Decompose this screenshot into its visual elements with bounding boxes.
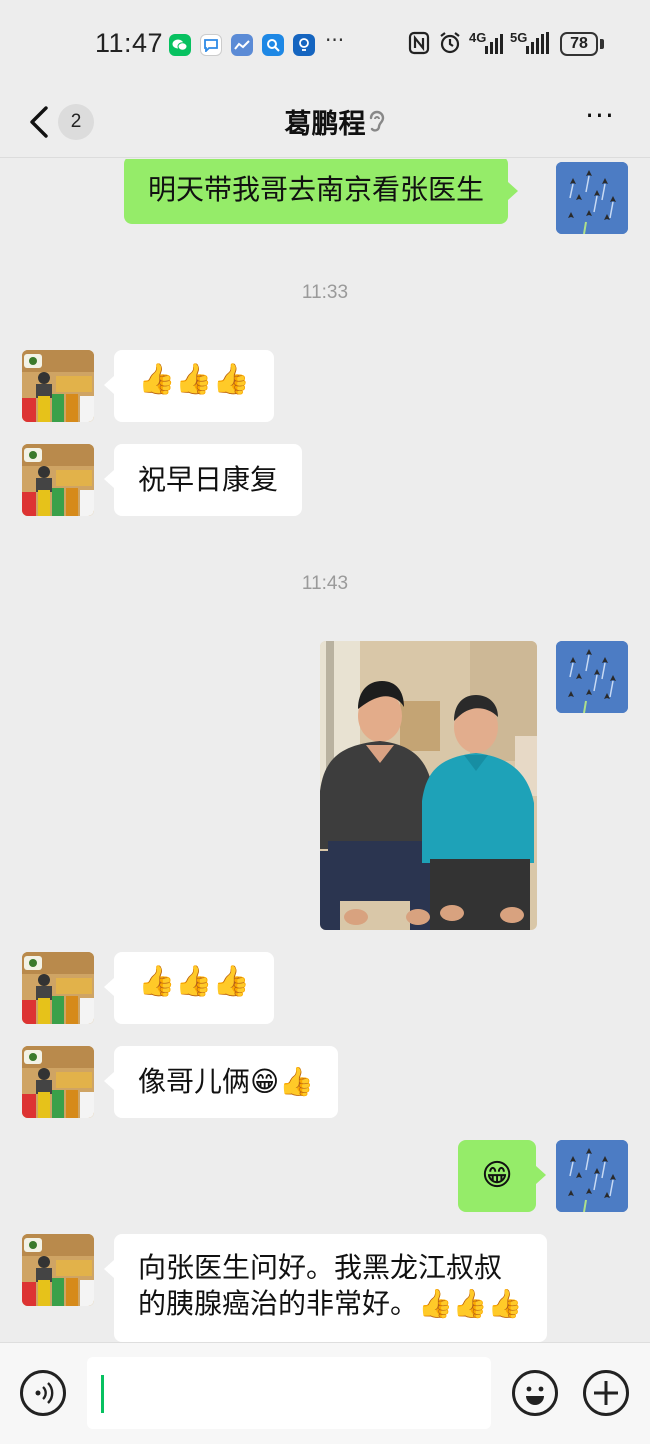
alarm-icon xyxy=(438,31,462,60)
message-text: 祝早日康复 xyxy=(138,463,279,496)
message-bubble-outgoing[interactable]: 😁 xyxy=(458,1140,546,1212)
message-image[interactable] xyxy=(320,641,537,930)
message-bubble-incoming[interactable]: 像哥儿俩😁👍 xyxy=(103,1046,339,1118)
more-options-button[interactable]: ··· xyxy=(578,98,622,142)
contact-avatar-image xyxy=(22,952,94,1024)
battery-indicator: 78 xyxy=(560,32,598,56)
more-notifications-icon: ··· xyxy=(325,28,345,52)
message-bubble-incoming[interactable]: 祝早日康复 xyxy=(103,444,303,516)
voice-icon xyxy=(35,1382,54,1404)
message-text-line: 的胰腺癌治的非常好。👍👍👍 xyxy=(138,1287,523,1320)
thumbs-up-emoji: 👍👍👍 xyxy=(138,964,251,999)
network-4g-label: 4G xyxy=(469,30,487,45)
text-cursor xyxy=(101,1375,104,1413)
message-bubble-incoming[interactable]: 向张医生问好。我黑龙江叔叔 的胰腺癌治的非常好。👍👍👍 xyxy=(104,1234,547,1342)
avatar-contact[interactable] xyxy=(22,1046,94,1118)
timestamp: 11:43 xyxy=(301,573,349,594)
chat-header: 2 葛鹏程 ··· xyxy=(0,88,650,158)
message-list[interactable]: 明天带我哥去南京看张医生 11:33 👍👍👍 祝早日康复 11:43 👍👍👍 像… xyxy=(0,159,650,1342)
contact-avatar-image xyxy=(22,1234,94,1306)
jets-avatar-image xyxy=(556,162,628,234)
message-text: 明天带我哥去南京看张医生 xyxy=(148,173,485,206)
message-text-line: 向张医生问好。我黑龙江叔叔 xyxy=(138,1251,503,1284)
status-time: 11:47 xyxy=(95,28,164,58)
chart-app-icon xyxy=(231,34,253,56)
network-5g-label: 5G xyxy=(510,30,528,45)
ear-icon xyxy=(366,108,388,136)
more-actions-button[interactable] xyxy=(583,1370,629,1416)
chat-title: 葛鹏程 xyxy=(284,109,366,140)
voice-button[interactable] xyxy=(20,1370,66,1416)
wechat-icon xyxy=(169,34,191,56)
search-app-icon xyxy=(262,34,284,56)
chat-bubble-icon xyxy=(200,34,222,56)
avatar-contact[interactable] xyxy=(22,952,94,1024)
avatar-contact[interactable] xyxy=(22,350,94,422)
message-input[interactable] xyxy=(87,1357,491,1429)
thumbs-up-emoji: 👍👍👍 xyxy=(138,362,251,397)
avatar-contact[interactable] xyxy=(22,1234,94,1306)
battery-tip xyxy=(600,39,604,49)
status-bar: 11:47 ··· 4G 5G 78 xyxy=(0,0,650,88)
message-bubble-incoming[interactable]: 👍👍👍 xyxy=(103,952,275,1024)
timestamp: 11:33 xyxy=(301,282,349,303)
contact-avatar-image xyxy=(22,444,94,516)
photo-two-men xyxy=(320,641,537,930)
avatar-contact[interactable] xyxy=(22,444,94,516)
contact-avatar-image xyxy=(22,350,94,422)
jets-avatar-image xyxy=(556,641,628,713)
signal-5g-icon xyxy=(526,32,550,59)
bulb-app-icon xyxy=(293,34,315,56)
smiley-icon xyxy=(526,1386,544,1405)
message-bubble-incoming[interactable]: 👍👍👍 xyxy=(103,350,275,422)
input-bar xyxy=(0,1342,650,1444)
nfc-icon xyxy=(408,31,430,60)
message-bubble-outgoing[interactable]: 明天带我哥去南京看张医生 xyxy=(124,159,519,224)
avatar-self[interactable] xyxy=(556,641,628,713)
avatar-self[interactable] xyxy=(556,162,628,234)
message-text: 像哥儿俩😁👍 xyxy=(138,1065,315,1098)
grin-emoji: 😁 xyxy=(481,1158,513,1193)
plus-icon xyxy=(594,1381,618,1405)
emoji-button[interactable] xyxy=(512,1370,558,1416)
avatar-self[interactable] xyxy=(556,1140,628,1212)
contact-avatar-image xyxy=(22,1046,94,1118)
signal-4g-icon xyxy=(485,32,505,59)
jets-avatar-image xyxy=(556,1140,628,1212)
